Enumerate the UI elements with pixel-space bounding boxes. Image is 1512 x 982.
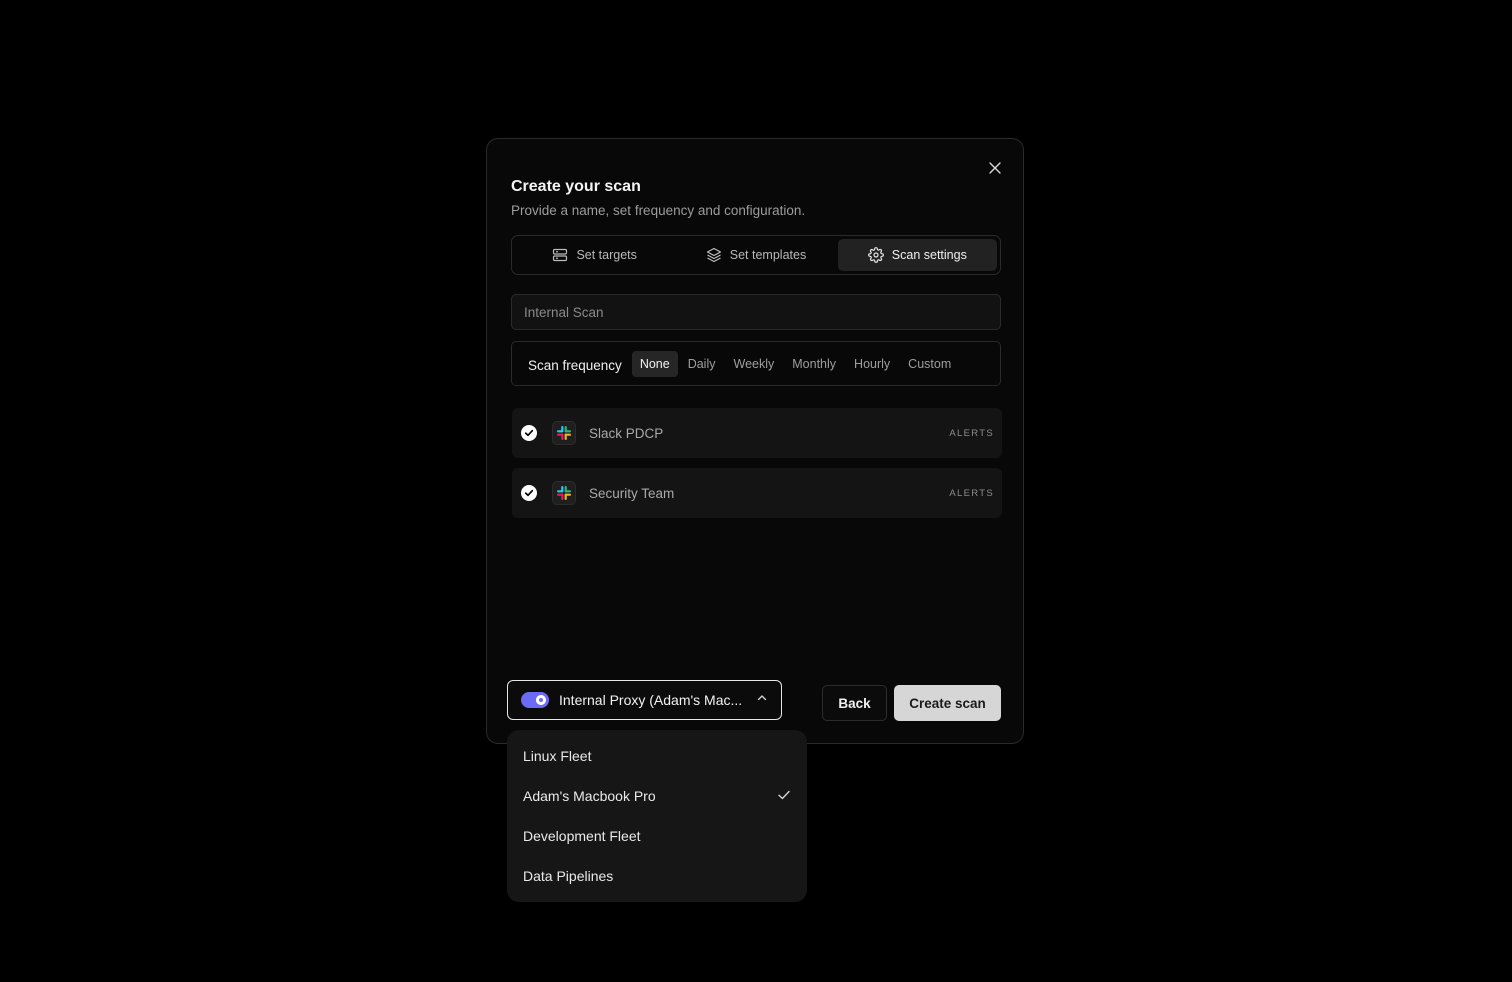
- integration-row[interactable]: Security Team ALERTS: [512, 468, 1002, 518]
- gear-icon: [867, 247, 884, 263]
- step-tabs: Set targets Set templates Scan settings: [511, 235, 1001, 275]
- dropdown-item-linux-fleet[interactable]: Linux Fleet: [507, 736, 807, 776]
- scan-name-input[interactable]: [511, 294, 1001, 330]
- tab-label: Set templates: [729, 248, 807, 262]
- dropdown-item-label: Development Fleet: [523, 828, 641, 844]
- dialog-subtitle: Provide a name, set frequency and config…: [511, 203, 806, 218]
- dialog-title: Create your scan: [511, 178, 641, 195]
- frequency-option-monthly[interactable]: Monthly: [784, 351, 844, 377]
- dropdown-item-label: Data Pipelines: [523, 868, 614, 884]
- integration-tag: ALERTS: [949, 427, 994, 439]
- checkbox-checked[interactable]: [521, 425, 537, 441]
- dropdown-item-label: Adam's Macbook Pro: [523, 788, 656, 804]
- slack-icon: [552, 481, 576, 505]
- proxy-toggle[interactable]: [521, 692, 549, 708]
- tab-set-templates[interactable]: Set templates: [676, 239, 835, 271]
- integration-tag: ALERTS: [949, 487, 994, 499]
- frequency-option-hourly[interactable]: Hourly: [846, 351, 898, 377]
- frequency-option-custom[interactable]: Custom: [900, 351, 959, 377]
- close-icon[interactable]: [986, 159, 1004, 177]
- frequency-option-none[interactable]: None: [631, 350, 678, 377]
- tab-label: Scan settings: [891, 248, 967, 262]
- integration-row[interactable]: Slack PDCP ALERTS: [512, 408, 1002, 458]
- tab-label: Set targets: [576, 248, 637, 262]
- tab-set-targets[interactable]: Set targets: [515, 239, 674, 271]
- checkbox-checked[interactable]: [521, 485, 537, 501]
- proxy-dropdown-menu: Linux Fleet Adam's Macbook Pro Developme…: [507, 730, 807, 902]
- integration-name: Slack PDCP: [589, 425, 664, 441]
- dropdown-item-development-fleet[interactable]: Development Fleet: [507, 816, 807, 856]
- frequency-option-weekly[interactable]: Weekly: [726, 351, 783, 377]
- proxy-select[interactable]: Internal Proxy (Adam's Mac...: [507, 680, 782, 720]
- layers-icon: [706, 247, 722, 263]
- chevron-up-icon: [756, 691, 768, 709]
- frequency-option-daily[interactable]: Daily: [680, 351, 724, 377]
- create-scan-dialog: Create your scan Provide a name, set fre…: [486, 138, 1024, 744]
- server-icon: [552, 247, 568, 263]
- slack-icon: [552, 421, 576, 445]
- dropdown-item-adams-macbook-pro[interactable]: Adam's Macbook Pro: [507, 776, 807, 816]
- frequency-options: None Daily Weekly Monthly Hourly Custom: [631, 350, 959, 377]
- dropdown-item-data-pipelines[interactable]: Data Pipelines: [507, 856, 807, 896]
- back-button[interactable]: Back: [822, 685, 887, 721]
- scan-frequency: Scan frequency None Daily Weekly Monthly…: [511, 341, 1001, 386]
- tab-scan-settings[interactable]: Scan settings: [837, 239, 997, 271]
- dropdown-item-label: Linux Fleet: [523, 748, 592, 764]
- scan-frequency-label: Scan frequency: [528, 357, 622, 373]
- check-icon: [777, 788, 791, 805]
- create-scan-button[interactable]: Create scan: [894, 685, 1001, 721]
- proxy-select-label: Internal Proxy (Adam's Mac...: [559, 692, 743, 708]
- integration-name: Security Team: [589, 485, 675, 501]
